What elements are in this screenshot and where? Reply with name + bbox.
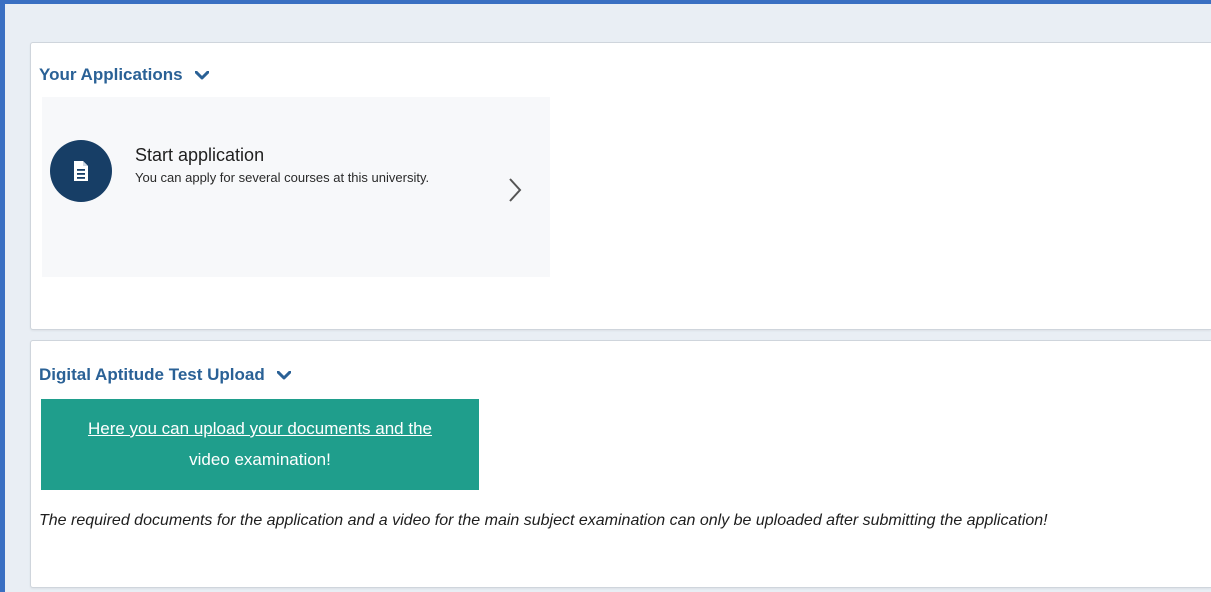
chevron-right-icon [509,178,522,202]
start-application-card[interactable]: Start application You can apply for seve… [42,97,550,277]
applications-section-title: Your Applications [39,65,183,84]
upload-button-line1: Here you can upload your documents and t… [87,419,432,438]
chevron-down-icon [276,370,291,379]
start-application-title: Start application [135,145,265,165]
upload-button-line2: video examination! [189,450,331,469]
start-application-description: You can apply for several courses at thi… [135,170,430,185]
upload-section-toggle[interactable]: Digital Aptitude Test Upload [39,365,291,385]
document-icon [50,140,112,202]
applications-section-toggle[interactable]: Your Applications [39,65,209,85]
upload-section-title: Digital Aptitude Test Upload [39,365,265,384]
applications-panel: Your Applications Start application You … [30,42,1211,330]
upload-note: The required documents for the applicati… [39,512,1048,529]
upload-documents-button[interactable]: Here you can upload your documents and t… [41,399,479,490]
chevron-down-icon [194,70,209,79]
upload-panel: Digital Aptitude Test Upload Here you ca… [30,340,1211,588]
